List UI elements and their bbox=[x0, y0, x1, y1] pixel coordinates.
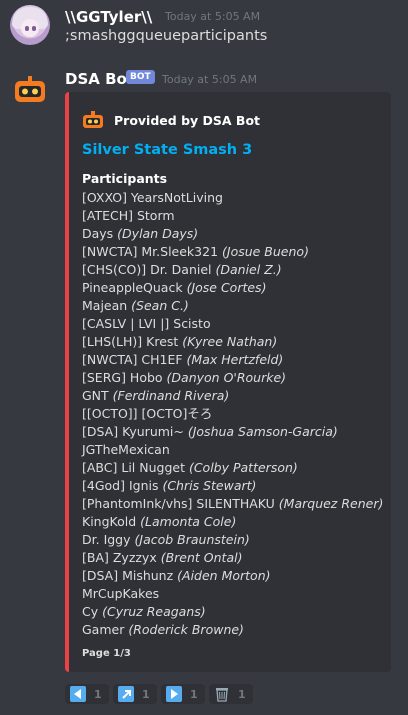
embed: Provided by DSA Bot Silver State Smash 3… bbox=[65, 92, 391, 672]
participant-real-name: (Cyruz Reagans) bbox=[102, 604, 206, 619]
robot-icon bbox=[15, 76, 45, 102]
participant-tag: Cy bbox=[82, 604, 103, 619]
participant-tag: Majean bbox=[82, 298, 132, 313]
reactions: 1 1 1 1 bbox=[65, 684, 253, 704]
wastebasket-icon bbox=[214, 686, 230, 702]
participant-entry: [OXXO] YearsNotLiving bbox=[82, 189, 383, 207]
participant-entry: KingKold (Lamonta Cole) bbox=[82, 513, 383, 531]
participant-entry: [ABC] Lil Nugget (Colby Patterson) bbox=[82, 459, 383, 477]
participant-real-name: (Roderick Browne) bbox=[128, 622, 244, 637]
participant-tag: MrCupKakes bbox=[82, 586, 160, 601]
participant-tag: Days bbox=[82, 226, 118, 241]
participant-real-name: (Kyree Nathan) bbox=[182, 334, 278, 349]
participant-entry: [NWCTA] Mr.Sleek321 (Josue Bueno) bbox=[82, 243, 383, 261]
message-timestamp: Today at 5:05 AM bbox=[162, 73, 258, 86]
participant-tag: [DSA] Mishunz bbox=[82, 568, 178, 583]
participant-tag: PineappleQuack bbox=[82, 280, 187, 295]
participant-tag: [OXXO] YearsNotLiving bbox=[82, 190, 223, 205]
reaction-back[interactable]: 1 bbox=[65, 684, 109, 704]
participant-real-name: (Dylan Days) bbox=[117, 226, 199, 241]
participant-real-name: (Max Hertzfeld) bbox=[186, 352, 284, 367]
user-avatar[interactable] bbox=[10, 5, 50, 45]
message-timestamp: Today at 5:05 AM bbox=[165, 10, 261, 23]
participant-tag: GNT bbox=[82, 388, 113, 403]
participant-entry: [CHS(CO)] Dr. Daniel (Daniel Z.) bbox=[82, 261, 383, 279]
participant-tag: [[OCTO]] [OCTO]そろ bbox=[82, 406, 213, 421]
participant-real-name: (Josue Bueno) bbox=[222, 244, 309, 259]
participant-tag: [DSA] Kyurumi~ bbox=[82, 424, 188, 439]
participant-entry: [DSA] Kyurumi~ (Joshua Samson-Garcia) bbox=[82, 423, 383, 441]
participant-entry: Days (Dylan Days) bbox=[82, 225, 383, 243]
participant-entry: [4God] Ignis (Chris Stewart) bbox=[82, 477, 383, 495]
participant-tag: Dr. Iggy bbox=[82, 532, 135, 547]
arrow-forward-icon bbox=[166, 686, 182, 702]
embed-author: Provided by DSA Bot bbox=[82, 111, 260, 129]
arrow-upper-right-icon bbox=[118, 686, 134, 702]
participant-tag: [LHS(LH)] Krest bbox=[82, 334, 183, 349]
field-name: Participants bbox=[82, 171, 168, 186]
embed-author-name: Provided by DSA Bot bbox=[114, 112, 261, 128]
participant-tag: [PhantomInk/vhs] SILENTHAKU bbox=[82, 496, 279, 511]
participant-tag: [BA] Zyzzyx bbox=[82, 550, 161, 565]
participant-entry: Dr. Iggy (Jacob Braunstein) bbox=[82, 531, 383, 549]
participant-tag: KingKold bbox=[82, 514, 141, 529]
participant-entry: [DSA] Mishunz (Aiden Morton) bbox=[82, 567, 383, 585]
participant-real-name: (Jose Cortes) bbox=[186, 280, 267, 295]
reaction-count: 1 bbox=[94, 687, 102, 701]
embed-title[interactable]: Silver State Smash 3 bbox=[82, 142, 252, 158]
participant-real-name: (Sean C.) bbox=[131, 298, 189, 313]
participant-real-name: (Aiden Morton) bbox=[177, 568, 271, 583]
arrow-backward-icon bbox=[70, 686, 86, 702]
participant-real-name: (Daniel Z.) bbox=[215, 262, 282, 277]
participant-tag: [SERG] Hobo bbox=[82, 370, 167, 385]
embed-footer: Page 1/3 bbox=[82, 648, 131, 659]
participant-real-name: (Lamonta Cole) bbox=[140, 514, 237, 529]
reaction-count: 1 bbox=[238, 687, 246, 701]
participant-entry: [PhantomInk/vhs] SILENTHAKU (Marquez Ren… bbox=[82, 495, 383, 513]
participant-entry: [ATECH] Storm bbox=[82, 207, 383, 225]
participant-entry: [BA] Zyzzyx (Brent Ontal) bbox=[82, 549, 383, 567]
reaction-jump[interactable]: 1 bbox=[113, 684, 157, 704]
participant-tag: [CHS(CO)] Dr. Daniel bbox=[82, 262, 216, 277]
bot-username[interactable]: DSA Bot bbox=[65, 70, 134, 88]
participant-tag: [ABC] Lil Nugget bbox=[82, 460, 189, 475]
participant-entry: [[OCTO]] [OCTO]そろ bbox=[82, 405, 383, 423]
reaction-count: 1 bbox=[190, 687, 198, 701]
participant-entry: Cy (Cyruz Reagans) bbox=[82, 603, 383, 621]
reaction-delete[interactable]: 1 bbox=[209, 684, 253, 704]
participant-entry: Gamer (Roderick Browne) bbox=[82, 621, 383, 639]
reaction-count: 1 bbox=[142, 687, 150, 701]
bot-avatar[interactable] bbox=[10, 70, 50, 110]
participant-entry: GNT (Ferdinand Rivera) bbox=[82, 387, 383, 405]
participant-entry: PineappleQuack (Jose Cortes) bbox=[82, 279, 383, 297]
participant-entry: [LHS(LH)] Krest (Kyree Nathan) bbox=[82, 333, 383, 351]
message-username[interactable]: \\GGTyler\\ bbox=[65, 8, 152, 26]
participant-tag: [NWCTA] CH1EF bbox=[82, 352, 187, 367]
participant-real-name: (Chris Stewart) bbox=[162, 478, 257, 493]
participant-real-name: (Danyon O'Rourke) bbox=[166, 370, 287, 385]
participant-real-name: (Ferdinand Rivera) bbox=[112, 388, 230, 403]
participant-entry: MrCupKakes bbox=[82, 585, 383, 603]
participant-tag: JGTheMexican bbox=[82, 442, 170, 457]
participant-real-name: (Joshua Samson-Garcia) bbox=[187, 424, 338, 439]
participant-tag: [CASLV | LVI |] Scisto bbox=[82, 316, 211, 331]
participant-tag: [4God] Ignis bbox=[82, 478, 163, 493]
participant-real-name: (Jacob Braunstein) bbox=[134, 532, 250, 547]
participant-list: [OXXO] YearsNotLiving [ATECH] Storm Days (… bbox=[82, 189, 383, 639]
participant-entry: [SERG] Hobo (Danyon O'Rourke) bbox=[82, 369, 383, 387]
participant-tag: Gamer bbox=[82, 622, 129, 637]
participant-real-name: (Colby Patterson) bbox=[188, 460, 298, 475]
participant-entry: [NWCTA] CH1EF (Max Hertzfeld) bbox=[82, 351, 383, 369]
participant-tag: [NWCTA] Mr.Sleek321 bbox=[82, 244, 222, 259]
participant-real-name: (Marquez Rener) bbox=[278, 496, 384, 511]
participant-entry: [CASLV | LVI |] Scisto bbox=[82, 315, 383, 333]
bot-badge: BOT bbox=[126, 70, 155, 84]
participant-entry: Majean (Sean C.) bbox=[82, 297, 383, 315]
message-content: ;smashggqueueparticipants bbox=[65, 28, 268, 44]
participant-real-name: (Brent Ontal) bbox=[160, 550, 243, 565]
participant-entry: JGTheMexican bbox=[82, 441, 383, 459]
participant-tag: [ATECH] Storm bbox=[82, 208, 175, 223]
reaction-forward[interactable]: 1 bbox=[161, 684, 205, 704]
robot-icon bbox=[83, 111, 103, 128]
